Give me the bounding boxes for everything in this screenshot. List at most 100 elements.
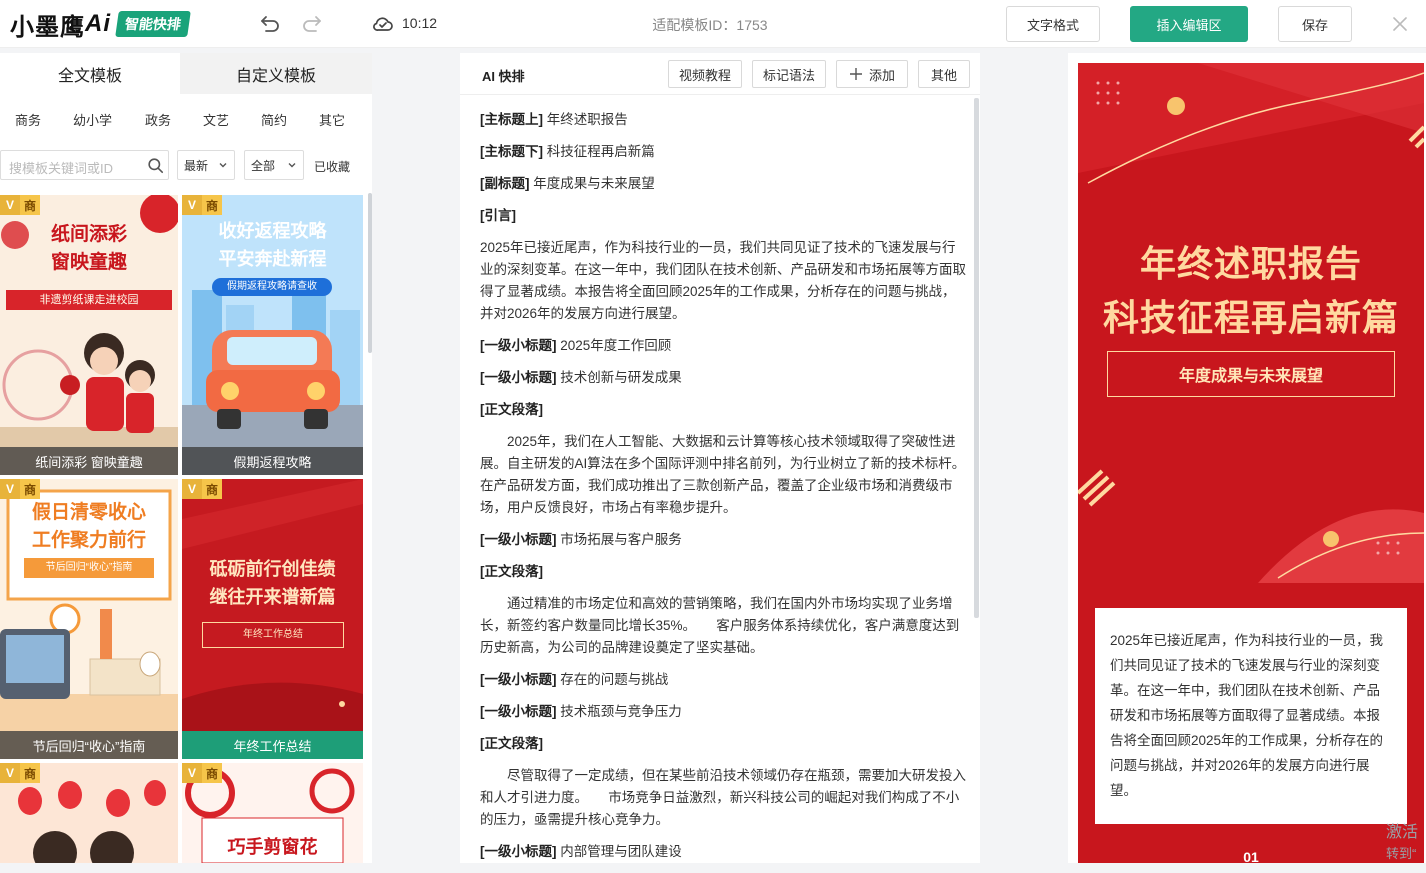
vip-v-icon: V (0, 195, 20, 215)
markup-tag: [一级小标题] (480, 338, 557, 353)
filter-select[interactable]: 全部 (244, 150, 304, 180)
template-card[interactable]: 砥砺前行创佳绩 继往开来谱新篇 年终工作总结 V商 年终工作总结 (182, 479, 363, 759)
other-button[interactable]: 其他 (918, 60, 970, 88)
vip-v-icon: V (0, 479, 20, 499)
markup-text: 2025年度工作回顾 (556, 338, 672, 353)
editor-scrollbar[interactable] (974, 98, 979, 618)
sort-select-value: 最新 (184, 158, 209, 173)
card-caption: 节后回归“收心”指南 (0, 731, 178, 759)
vip-badge: V商 (0, 763, 40, 783)
add-button-label: 添加 (868, 67, 895, 83)
vip-badge: V商 (182, 763, 222, 783)
markup-text: 市场拓展与客户服务 (556, 532, 682, 547)
markup-tag: [一级小标题] (480, 704, 557, 719)
card-title-line: 砥砺前行创佳绩 (209, 559, 336, 579)
vip-badge: V商 (0, 479, 40, 499)
plus-icon (849, 68, 862, 80)
commercial-badge: 商 (202, 479, 222, 499)
template-card[interactable]: 纸间添彩 窗映童趣 非遗剪纸课走进校园 V商 纸间添彩 窗映童趣 (0, 195, 178, 475)
search-icon[interactable] (146, 156, 165, 175)
markup-tag: [正文段落] (480, 736, 543, 751)
markup-line: [正文段落] (480, 561, 968, 593)
card-banner: 非遗剪纸课走进校园 (6, 290, 172, 310)
vip-v-icon: V (182, 195, 202, 215)
markup-text: 内部管理与团队建设 (556, 844, 682, 859)
template-panel: 全文模板 自定义模板 商务 幼小学 政务 文艺 简约 其它 搜模板关键词或ID … (0, 53, 372, 863)
editor-content[interactable]: [主标题上] 年终述职报告 [主标题下] 科技征程再启新篇 [副标题] 年度成果… (480, 109, 986, 873)
markup-tag: [主标题上] (480, 112, 543, 127)
markup-text: 技术创新与研发成果 (556, 370, 682, 385)
poster-title-top: 年终述职报告 (1139, 243, 1362, 284)
category-simple[interactable]: 简约 (261, 110, 287, 129)
card-title-line: 收好返程攻略 (218, 221, 327, 241)
close-icon[interactable] (1388, 12, 1412, 36)
markup-line: [正文段落] (480, 399, 968, 431)
markup-syntax-button[interactable]: 标记语法 (752, 60, 826, 88)
card-title-6: 巧手剪窗花 (227, 837, 318, 857)
video-tutorial-button[interactable]: 视频教程 (668, 60, 742, 88)
template-card[interactable]: 收好返程攻略 平安奔赴新程 假期返程攻略请查收 V商 假期返程攻略 (182, 195, 363, 475)
watermark-line-2: 转到“ (1386, 846, 1417, 861)
template-tabs: 全文模板 自定义模板 (0, 53, 372, 94)
filter-select-value: 全部 (251, 158, 276, 173)
category-other[interactable]: 其它 (319, 110, 345, 129)
category-government[interactable]: 政务 (145, 110, 171, 129)
poster-intro-box: 2025年已接近尾声，作为科技行业的一员，我们共同见证了技术的飞速发展与行业的深… (1095, 608, 1407, 824)
tab-full-templates[interactable]: 全文模板 (0, 53, 180, 94)
markup-tag: [主标题下] (480, 144, 543, 159)
card-title-line: 假日清零收心 (31, 502, 146, 523)
template-card[interactable]: 巧手剪窗花 V商 (182, 763, 363, 863)
category-bar: 商务 幼小学 政务 文艺 简约 其它 (0, 110, 372, 130)
editor-header: AI 快排 视频教程 标记语法 添加 其他 (460, 53, 980, 95)
markup-line: [一级小标题] 技术创新与研发成果 (480, 367, 968, 399)
preview-panel: 年终述职报告 科技征程再启新篇 年度成果与未来展望 2025年已接近尾声，作为科… (1068, 53, 1426, 863)
commercial-badge: 商 (20, 195, 40, 215)
markup-line: [引言] (480, 205, 968, 237)
category-business[interactable]: 商务 (15, 110, 41, 129)
poster-subtitle: 年度成果与未来展望 (1107, 351, 1395, 397)
card-title-line: 工作聚力前行 (31, 530, 146, 551)
card-title-line: 继往开来谱新篇 (209, 587, 336, 607)
poster-preview[interactable]: 年终述职报告 科技征程再启新篇 年度成果与未来展望 2025年已接近尾声，作为科… (1078, 63, 1424, 863)
intro-paragraph: 2025年已接近尾声，作为科技行业的一员，我们共同见证了技术的飞速发展与行业的深… (480, 240, 966, 321)
favorites-filter[interactable]: 已收藏 (314, 158, 350, 175)
markup-line: [主标题上] 年终述职报告 (480, 109, 968, 141)
card-caption: 纸间添彩 窗映童趣 (0, 447, 178, 475)
tab-custom-templates[interactable]: 自定义模板 (180, 53, 372, 94)
markup-tag: [一级小标题] (480, 844, 557, 859)
poster-title-bottom: 科技征程再启新篇 (1102, 297, 1399, 338)
card-title-4: 砥砺前行创佳绩 继往开来谱新篇 (182, 555, 363, 611)
template-card[interactable]: V商 (0, 763, 178, 863)
card-caption: 假期返程攻略 (182, 447, 363, 475)
chevron-down-icon (288, 163, 296, 168)
markup-tag: [一级小标题] (480, 532, 557, 547)
vip-v-icon: V (0, 763, 20, 783)
editor-title: AI 快排 (482, 69, 525, 84)
watermark-line-1: 激活 (1386, 824, 1419, 841)
markup-line: [正文段落] (480, 733, 968, 765)
commercial-badge: 商 (20, 763, 40, 783)
card-title-2: 收好返程攻略 平安奔赴新程 (182, 217, 363, 273)
markup-line: [一级小标题] 内部管理与团队建设 (480, 841, 968, 873)
commercial-badge: 商 (202, 763, 222, 783)
card-title-1: 纸间添彩 窗映童趣 (0, 221, 178, 277)
card-title-line: 平安奔赴新程 (218, 249, 327, 269)
card-title-line: 纸间添彩 (50, 224, 127, 245)
markup-text: 年度成果与未来展望 (529, 176, 655, 191)
category-arts[interactable]: 文艺 (203, 110, 229, 129)
search-placeholder: 搜模板关键词或ID (9, 161, 114, 176)
poster-section-number: 01 (1243, 849, 1259, 863)
markup-text: 存在的问题与挑战 (556, 672, 669, 687)
add-button[interactable]: 添加 (836, 60, 908, 88)
sort-select[interactable]: 最新 (177, 150, 235, 180)
template-card[interactable]: 假日清零收心 工作聚力前行 节后回归“收心”指南 V商 节后回归“收心”指南 (0, 479, 178, 759)
insert-editor-button[interactable]: 插入编辑区 (1130, 6, 1248, 42)
markup-text: 科技征程再启新篇 (543, 144, 655, 159)
template-search-input[interactable]: 搜模板关键词或ID (0, 150, 169, 180)
template-scrollbar[interactable] (368, 193, 372, 353)
card-title-3: 假日清零收心 工作聚力前行 (0, 499, 178, 555)
category-school[interactable]: 幼小学 (73, 110, 112, 129)
text-format-button[interactable]: 文字格式 (1006, 6, 1100, 42)
save-button[interactable]: 保存 (1278, 6, 1352, 42)
markup-tag: [正文段落] (480, 564, 543, 579)
